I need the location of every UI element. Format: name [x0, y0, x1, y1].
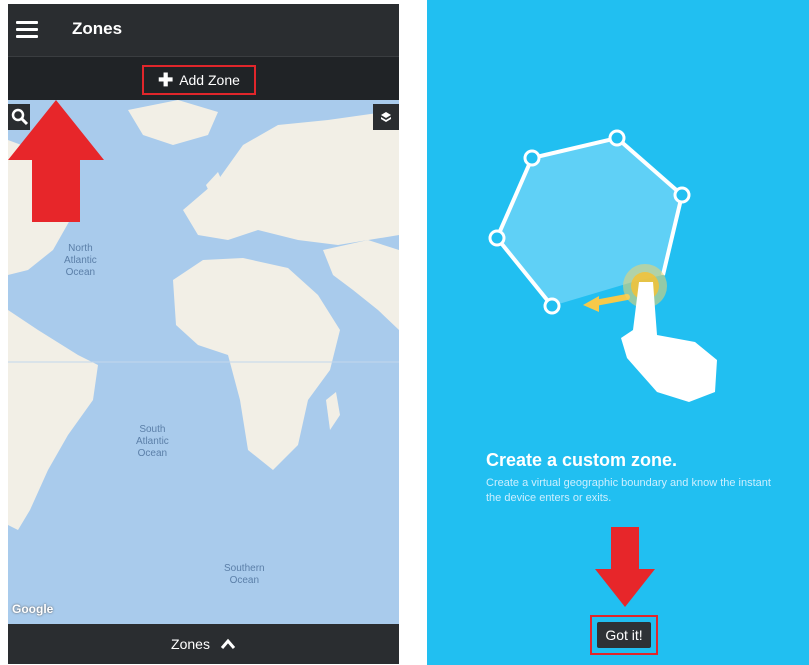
red-arrow-down-annotation	[595, 527, 655, 607]
zones-screen: Zones ✚ Add Zone North Atlantic Ocean So…	[8, 4, 399, 664]
add-zone-button[interactable]: ✚ Add Zone	[142, 65, 256, 95]
page-title: Zones	[72, 19, 123, 38]
custom-zone-tutorial: Create a custom zone. Create a virtual g…	[427, 0, 809, 665]
menu-icon[interactable]	[16, 21, 38, 39]
got-it-label: Got it!	[597, 622, 651, 648]
plus-icon: ✚	[158, 70, 174, 90]
zones-drawer-toggle[interactable]: Zones	[8, 624, 399, 664]
tutorial-heading: Create a custom zone.	[486, 450, 678, 470]
zone-drawing-illustration	[488, 129, 717, 402]
app-bar: Zones	[8, 4, 399, 56]
layers-icon	[381, 112, 391, 122]
zones-drawer-label: Zones	[171, 636, 210, 652]
google-attribution: Google	[12, 602, 54, 616]
world-map[interactable]: North Atlantic Ocean South Atlantic Ocea…	[8, 100, 399, 624]
got-it-button[interactable]: Got it!	[590, 615, 658, 655]
map-label-south-atlantic: South Atlantic Ocean	[136, 424, 169, 459]
map-label-southern-ocean: Southern Ocean	[224, 563, 265, 586]
add-zone-toolbar: ✚ Add Zone	[8, 56, 399, 101]
map-layers-button[interactable]	[373, 104, 399, 130]
chevron-up-icon	[220, 638, 236, 649]
add-zone-label: Add Zone	[179, 72, 240, 88]
red-arrow-up-annotation	[8, 100, 104, 222]
tutorial-description: Create a virtual geographic boundary and…	[486, 477, 771, 504]
map-label-north-atlantic: North Atlantic Ocean	[64, 243, 97, 278]
